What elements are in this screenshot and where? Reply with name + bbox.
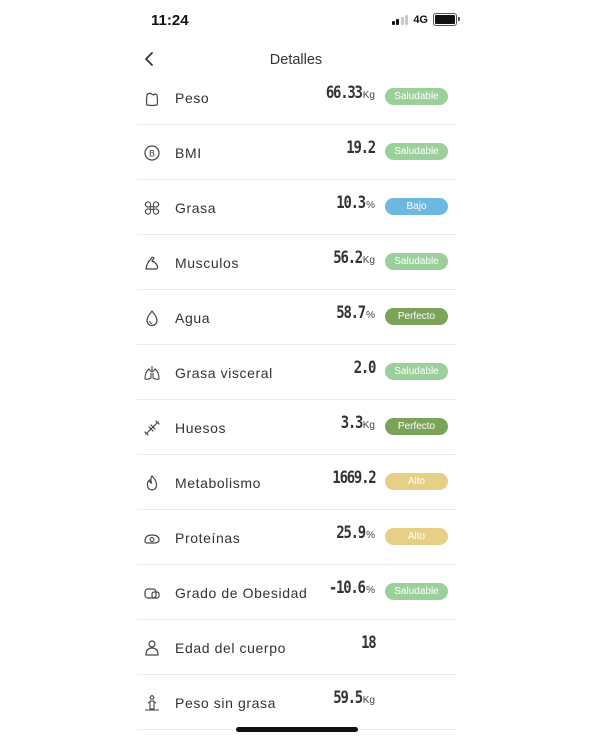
metric-value-group: 59.5Kg <box>327 688 375 708</box>
status-indicators: 4G <box>391 13 460 26</box>
metric-value: 10.3 <box>336 193 366 213</box>
page-title: Detalles <box>269 52 323 68</box>
obesity-icon <box>142 583 162 603</box>
flame-icon <box>142 473 162 493</box>
metric-label: Grasa visceral <box>175 365 273 381</box>
metric-value: -10.6 <box>329 578 366 598</box>
status-badge: Perfecto <box>385 418 448 435</box>
metric-unit: Kg <box>362 695 375 706</box>
metric-label: Musculos <box>175 255 239 271</box>
metric-value: 59.5 <box>333 688 363 708</box>
metric-value-group: -10.6% <box>321 578 375 598</box>
metric-value: 3.3 <box>340 413 363 433</box>
metric-label: Edad del cuerpo <box>175 640 286 656</box>
lean-weight-icon <box>142 693 162 713</box>
weight-icon <box>142 88 162 108</box>
screen: 11:24 4G Detalles Peso 66.33Kg Saludable B B… <box>0 0 592 740</box>
metric-row-water-drop[interactable]: Agua 58.7% Perfecto <box>137 290 456 345</box>
metric-row-lean-weight[interactable]: Peso sin grasa 59.5Kg <box>137 675 456 730</box>
metric-unit: % <box>366 530 375 541</box>
metric-unit: % <box>366 310 375 321</box>
metric-value: 58.7 <box>336 303 366 323</box>
muscle-icon <box>142 253 162 273</box>
metric-value: 25.9 <box>336 523 366 543</box>
metric-label: Agua <box>175 310 211 326</box>
battery-icon <box>433 13 460 26</box>
status-badge: Alto <box>385 473 448 490</box>
bone-icon <box>142 418 162 438</box>
metric-unit: Kg <box>362 420 375 431</box>
metric-value: 1669.2 <box>332 468 376 488</box>
metric-row-fat[interactable]: Grasa 10.3% Bajo <box>137 180 456 235</box>
metric-row-body-age[interactable]: Edad del cuerpo 18 <box>137 620 456 675</box>
metric-label: BMI <box>175 145 202 161</box>
metric-value-group: 25.9% <box>330 523 375 543</box>
metric-row-bone[interactable]: Huesos 3.3Kg Perfecto <box>137 400 456 455</box>
metric-value-group: 1669.2 <box>323 468 376 488</box>
metric-value-group: 3.3Kg <box>336 413 375 433</box>
metric-value-group: 2.0 <box>349 358 377 378</box>
metric-label: Grasa <box>175 200 217 216</box>
home-indicator[interactable] <box>236 727 358 732</box>
status-badge: Saludable <box>385 143 448 160</box>
status-badge: Saludable <box>385 88 448 105</box>
status-badge: Perfecto <box>385 308 448 325</box>
metric-value: 19.2 <box>346 138 376 158</box>
status-badge: Alto <box>385 528 448 545</box>
metric-value-group: 19.2 <box>340 138 376 158</box>
metric-value-group: 10.3% <box>330 193 375 213</box>
metric-row-weight[interactable]: Peso 66.33Kg Saludable <box>137 70 456 125</box>
metric-label: Grado de Obesidad <box>175 585 308 601</box>
status-time: 11:24 <box>151 12 189 29</box>
signal-icon <box>391 14 409 25</box>
metric-value-group: 18 <box>358 633 377 653</box>
metric-value: 66.33 <box>325 83 363 103</box>
network-type: 4G <box>413 13 428 26</box>
metric-value-group: 56.2Kg <box>327 248 375 268</box>
status-badge: Saludable <box>385 583 448 600</box>
metric-row-lungs[interactable]: Grasa visceral 2.0 Saludable <box>137 345 456 400</box>
metric-unit: % <box>366 585 375 596</box>
metric-value: 56.2 <box>333 248 363 268</box>
metric-row-obesity[interactable]: Grado de Obesidad -10.6% Saludable <box>137 565 456 620</box>
metric-label: Huesos <box>175 420 227 436</box>
lungs-icon <box>142 363 162 383</box>
metric-label: Metabolismo <box>175 475 261 491</box>
metric-label: Proteínas <box>175 530 241 546</box>
protein-icon <box>142 528 162 548</box>
metric-row-bmi[interactable]: B BMI 19.2 Saludable <box>137 125 456 180</box>
body-age-icon <box>142 638 162 658</box>
metric-row-muscle[interactable]: Musculos 56.2Kg Saludable <box>137 235 456 290</box>
bmi-icon: B <box>142 143 162 163</box>
svg-text:B: B <box>149 150 155 160</box>
metric-unit: % <box>366 200 375 211</box>
metric-label: Peso <box>175 90 210 106</box>
fat-icon <box>142 198 162 218</box>
metric-row-protein[interactable]: Proteínas 25.9% Alto <box>137 510 456 565</box>
details-list: Peso 66.33Kg Saludable B BMI 19.2 Saludable Gra… <box>137 70 456 730</box>
metric-label: Peso sin grasa <box>175 695 277 711</box>
metric-value-group: 66.33Kg <box>318 83 375 103</box>
metric-row-flame[interactable]: Metabolismo 1669.2 Alto <box>137 455 456 510</box>
metric-value: 18 <box>360 633 377 653</box>
metric-value-group: 58.7% <box>330 303 375 323</box>
metric-value: 2.0 <box>353 358 377 378</box>
status-badge: Saludable <box>385 363 448 380</box>
status-badge: Saludable <box>385 253 448 270</box>
status-bar: 11:24 4G <box>135 0 460 42</box>
metric-unit: Kg <box>362 255 375 266</box>
status-badge: Bajo <box>385 198 448 215</box>
water-drop-icon <box>142 308 162 328</box>
metric-unit: Kg <box>362 90 375 101</box>
